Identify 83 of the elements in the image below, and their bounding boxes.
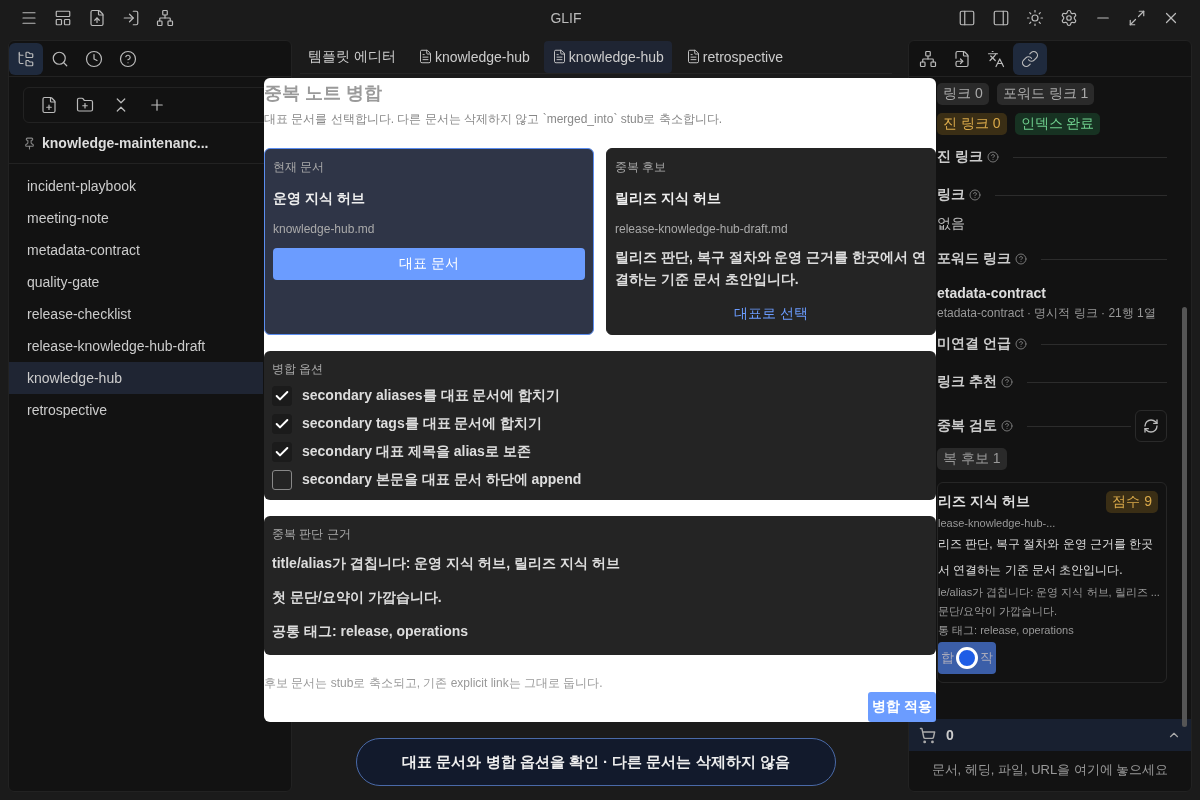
status-badge: 인덱스 완료 — [1014, 113, 1101, 135]
empty-text: 없음 — [937, 214, 966, 233]
editor-tab[interactable]: retrospective — [677, 40, 791, 73]
cart-count: 0 — [946, 727, 955, 743]
panel-heading: 중복 판단 근거 — [272, 526, 352, 543]
checkbox[interactable] — [272, 414, 292, 434]
file-item[interactable]: meeting-note — [9, 202, 263, 234]
section-heading: 중복 검토 — [937, 417, 997, 435]
checkbox[interactable] — [272, 386, 292, 406]
card-caption: 중복 후보 — [615, 159, 668, 176]
file-icon — [551, 49, 567, 64]
candidate-reason: le/alias가 겹칩니다: 운영 지식 허브, 릴리즈 ... — [938, 585, 1158, 600]
card-summary: 릴리즈 판단, 복구 절차와 운영 근거를 한곳에서 연결하는 기준 문서 초안입니다. — [615, 248, 927, 289]
refresh-button[interactable] — [1135, 410, 1167, 442]
section-heading: 포워드 링크 — [937, 250, 1011, 268]
dialog-subtitle: 대표 문서를 선택합니다. 다른 문서는 삭제하지 않고 `merged_into` stub로 축소합니다. — [264, 111, 724, 128]
help-icon[interactable] — [1014, 338, 1027, 350]
evidence-line: 첫 문단/요약이 가깝습니다. — [272, 588, 443, 607]
scrollbar[interactable] — [1182, 307, 1187, 727]
document-card[interactable]: 중복 후보 릴리즈 지식 허브 release-knowledge-hub-draft.md 릴리즈 판단, 복구 절차와 운영 근거를 한곳에서 연결하는 기준 문서 초안입니다. 대표로 선택 — [606, 148, 936, 335]
cart-icon — [919, 726, 936, 744]
pinned-folder[interactable]: knowledge-maintenanc... — [42, 135, 209, 151]
file-item[interactable]: knowledge-hub — [9, 362, 263, 394]
card-filename: knowledge-hub.md — [273, 222, 376, 236]
count-badge: 복 후보 1 — [937, 448, 1007, 470]
panel-tab-icon[interactable] — [1013, 42, 1047, 75]
status-badge: 포워드 링크 1 — [996, 83, 1095, 105]
candidate-title: 리즈 지식 허브 — [938, 493, 1030, 511]
candidate-summary: 서 연결하는 기준 문서 초안입니다. — [938, 562, 1124, 579]
window-title: GLIF — [549, 10, 583, 26]
checkbox[interactable] — [272, 470, 292, 490]
status-badge: 링크 0 — [937, 83, 989, 105]
section-heading: 링크 추천 — [937, 373, 997, 391]
section-heading: 링크 — [937, 186, 965, 204]
file-item[interactable]: retrospective — [9, 394, 263, 426]
candidate-file: lease-knowledge-hub-... — [938, 517, 1057, 529]
candidate-summary: 리즈 판단, 복구 절차와 운영 근거를 한곳 — [938, 536, 1155, 553]
select-primary-link[interactable]: 대표로 선택 — [728, 304, 814, 324]
option-label: secondary 대표 제목을 alias로 보존 — [302, 443, 531, 461]
refresh-icon — [1143, 418, 1159, 434]
file-icon — [685, 49, 701, 64]
help-icon[interactable] — [986, 151, 999, 163]
card-title: 릴리즈 지식 허브 — [615, 190, 722, 208]
card-caption: 현재 문서 — [273, 159, 326, 176]
editor-tab[interactable]: knowledge-hub — [543, 40, 672, 73]
pin-icon — [23, 136, 36, 150]
document-card[interactable]: 현재 문서 운영 지식 허브 knowledge-hub.md 대표 문서 — [264, 148, 594, 335]
file-item[interactable]: incident-playbook — [9, 170, 263, 202]
drop-hint: 문서, 헤딩, 파일, URL을 여기에 놓으세요 — [930, 761, 1170, 779]
evidence-line: title/alias가 겹칩니다: 운영 지식 허브, 릴리즈 지식 허브 — [272, 554, 621, 573]
status-badge: 진 링크 0 — [937, 113, 1007, 135]
candidate-reason: 문단/요약이 가깝습니다. — [938, 604, 1059, 619]
option-label: secondary tags를 대표 문서에 합치기 — [302, 415, 543, 433]
option-label: secondary aliases를 대표 문서에 합치기 — [302, 387, 561, 405]
checkbox[interactable] — [272, 442, 292, 462]
candidate-reason: 통 태그: release, operations — [938, 623, 1075, 638]
cursor-dot-icon — [956, 647, 978, 669]
card-filename: release-knowledge-hub-draft.md — [615, 222, 789, 236]
help-icon[interactable] — [1000, 420, 1013, 432]
editor-tab[interactable]: knowledge-hub — [409, 40, 538, 73]
file-icon — [417, 49, 433, 64]
score-badge: 점수 9 — [1106, 491, 1158, 513]
file-item[interactable]: quality-gate — [9, 266, 263, 298]
help-icon[interactable] — [969, 189, 981, 201]
help-icon[interactable] — [1000, 376, 1013, 388]
help-icon[interactable] — [1014, 253, 1027, 265]
dialog-note: 후보 문서는 stub로 축소되고, 기존 explicit link는 그대로 둡니다. — [264, 675, 604, 692]
link-title[interactable]: etadata-contract — [937, 285, 1167, 301]
link-meta: etadata-contract · 명시적 링크 · 21행 1열 — [937, 305, 1157, 322]
status-pill: 대표 문서와 병합 옵션을 확인 · 다른 문서는 삭제하지 않음 — [356, 738, 836, 786]
option-label: secondary 본문을 대표 문서 하단에 append — [302, 471, 582, 489]
file-item[interactable]: release-knowledge-hub-draft — [9, 330, 263, 362]
file-item[interactable]: release-checklist — [9, 298, 263, 330]
section-heading: 진 링크 — [937, 148, 983, 166]
cart-bar[interactable]: 0 — [909, 719, 1191, 751]
file-item[interactable]: metadata-contract — [9, 234, 263, 266]
section-heading: 미연결 언급 — [937, 335, 1011, 353]
card-title: 운영 지식 허브 — [273, 190, 366, 208]
editor-tab[interactable]: 템플릿 에디터 — [300, 40, 404, 73]
evidence-line: 공통 태그: release, operations — [272, 622, 470, 641]
dialog-title: 중복 노트 병합 — [264, 82, 383, 105]
file-tree-icon[interactable] — [9, 42, 43, 75]
panel-heading: 병합 옵션 — [272, 361, 325, 378]
